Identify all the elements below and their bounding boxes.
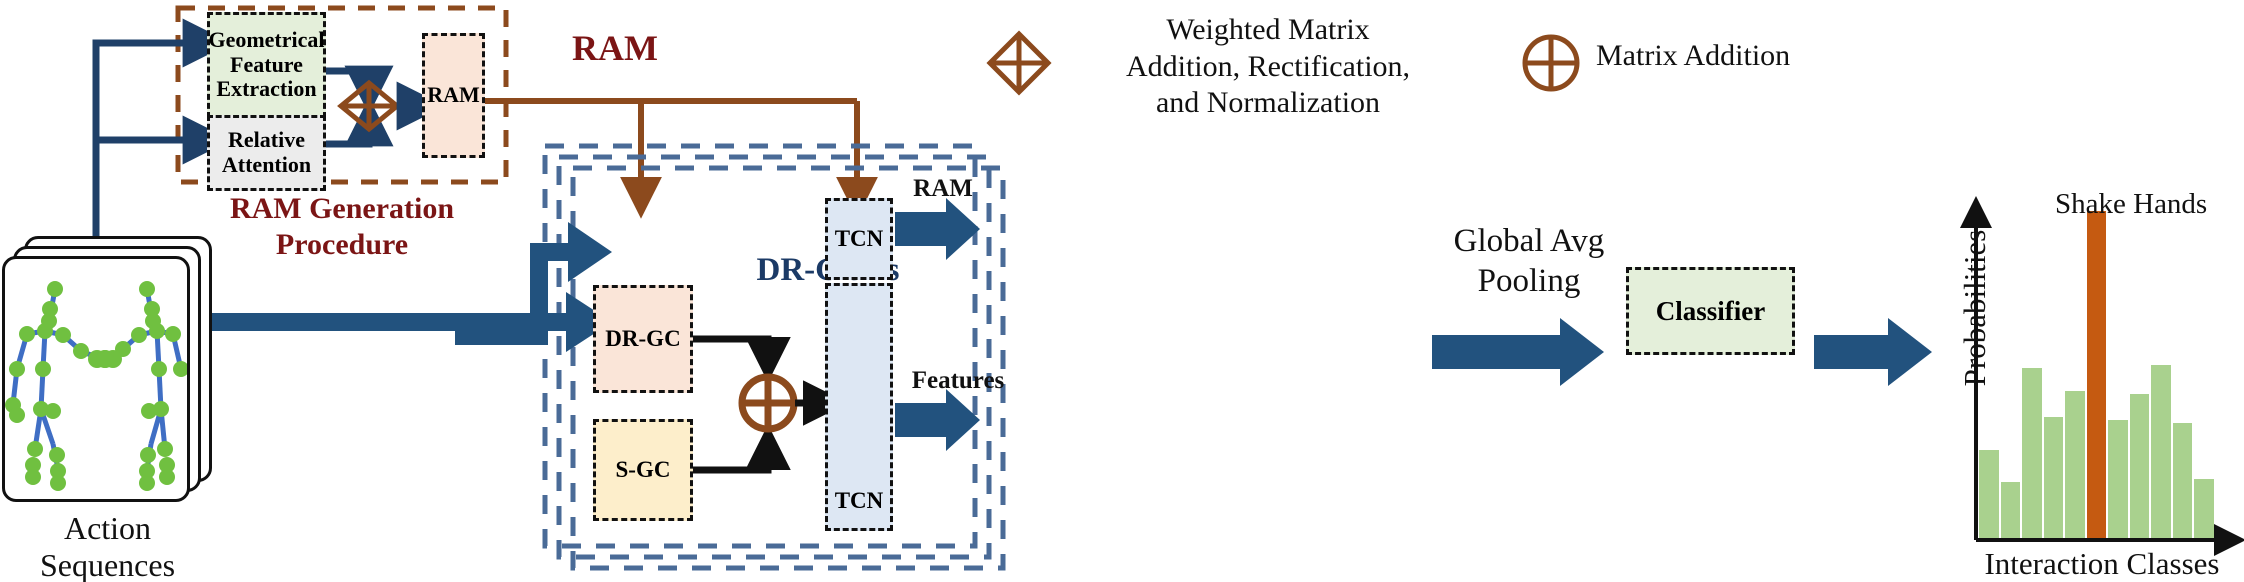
features-output-arrow: [895, 389, 980, 451]
legend-circle-cross-icon: [1522, 34, 1580, 92]
s-gc-box[interactable]: S-GC: [593, 419, 693, 521]
input-block-arrow-lower: [207, 292, 612, 352]
features-output-label: Features: [911, 367, 1005, 394]
action-sequences-caption: Action Sequences: [39, 510, 176, 582]
ram-generation-procedure-title: RAM Generation Procedure: [229, 192, 455, 261]
skeleton-action-frames-icon: [5, 281, 187, 491]
tcn-bottom-box[interactable]: TCN: [825, 283, 893, 531]
probability-bar-chart-plot: [1979, 178, 2215, 538]
diagram-canvas: Action Sequences Geometrical Feature Ext…: [0, 0, 2244, 582]
tcn-top-box[interactable]: TCN: [825, 198, 893, 280]
global-avg-pooling-label: Global Avg Pooling: [1453, 223, 1605, 299]
ram-output-label: RAM: [913, 175, 973, 202]
matrix-addition-circle-icon: [738, 373, 798, 433]
ram-output-arrow: [895, 198, 980, 260]
chart-bar: [2108, 420, 2128, 538]
relative-to-op-line: [326, 97, 394, 148]
chart-bar: [1979, 449, 1999, 538]
sgc-to-add-line: [693, 424, 791, 474]
geometrical-feature-extraction-box[interactable]: Geometrical Feature Extraction: [207, 12, 326, 118]
drgc-to-add-line: [693, 335, 791, 383]
chart-bar: [2194, 479, 2215, 538]
interaction-classes-axis-label: Interaction Classes: [1984, 546, 2220, 581]
dr-gc-box[interactable]: DR-GC: [593, 285, 693, 393]
shake-hands-annotation: Shake Hands: [2055, 188, 2208, 220]
classifier-box[interactable]: Classifier: [1626, 267, 1795, 355]
ram-title: RAM: [572, 28, 658, 68]
ram-box[interactable]: RAM: [422, 33, 485, 158]
chart-bar-highlighted: [2086, 210, 2107, 538]
chart-bar: [2129, 394, 2150, 538]
legend-diamond-cross-icon: [986, 30, 1052, 96]
legend-item-0-label: Weighted Matrix Addition, Rectification,…: [1125, 13, 1411, 120]
chart-bar: [2043, 416, 2064, 538]
chart-bar: [2000, 482, 2021, 538]
input-trunk-line: [92, 39, 184, 252]
weighted-matrix-addition-diamond-icon: [337, 79, 401, 133]
legend-item-1-label: Matrix Addition: [1596, 39, 1791, 72]
chart-bar: [2022, 367, 2042, 538]
relative-attention-box[interactable]: Relative Attention: [207, 115, 326, 191]
pooling-arrow: [1432, 318, 1604, 386]
chart-bar: [2065, 390, 2085, 538]
chart-bar: [2172, 423, 2193, 538]
classifier-output-arrow: [1814, 318, 1932, 386]
chart-bar: [2151, 364, 2171, 538]
action-sequences-card-stack: [2, 236, 212, 502]
card-front: [2, 256, 190, 502]
